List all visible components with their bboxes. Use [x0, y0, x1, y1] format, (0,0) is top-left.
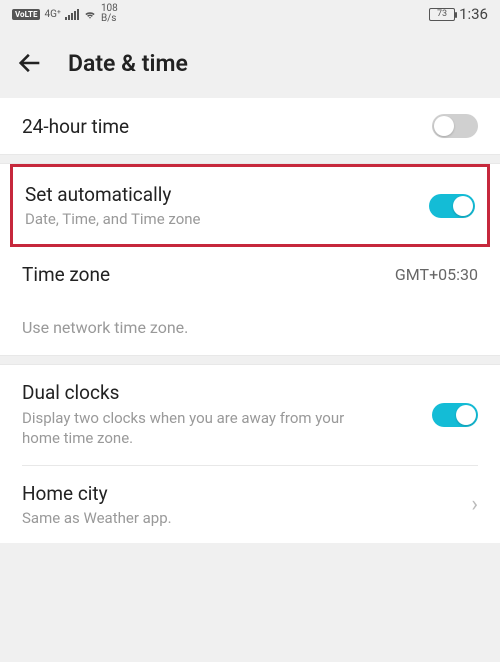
row-home-city[interactable]: Home city Same as Weather app. ›: [0, 466, 500, 543]
row-time-zone[interactable]: Time zone GMT+05:30: [0, 247, 500, 302]
signal-icon: [65, 8, 79, 20]
chevron-right-icon: ›: [471, 492, 478, 517]
status-bar: VoLTE 4G⁺ 108 B/s 73 1:36: [0, 0, 500, 28]
toggle-dual-clocks[interactable]: [432, 403, 478, 427]
status-time: 1:36: [459, 5, 488, 23]
time-zone-value: GMT+05:30: [395, 265, 478, 284]
page-title: Date & time: [68, 50, 188, 77]
header: Date & time: [0, 28, 500, 98]
battery-icon: 73: [429, 8, 455, 21]
row-label: Set automatically: [25, 183, 429, 206]
row-sublabel: Display two clocks when you are away fro…: [22, 408, 382, 449]
back-icon[interactable]: [16, 49, 44, 77]
row-label: 24-hour time: [22, 115, 432, 138]
network-type: 4G⁺: [44, 9, 60, 20]
row-label: Time zone: [22, 263, 395, 286]
row-label: Dual clocks: [22, 381, 432, 404]
row-24-hour[interactable]: 24-hour time: [0, 98, 500, 154]
row-label: Home city: [22, 482, 463, 505]
data-speed: 108 B/s: [101, 4, 118, 24]
toggle-24-hour[interactable]: [432, 114, 478, 138]
row-sublabel: Same as Weather app.: [22, 509, 463, 527]
time-zone-note: Use network time zone.: [0, 302, 500, 355]
row-set-automatically[interactable]: Set automatically Date, Time, and Time z…: [13, 167, 487, 244]
highlight-set-automatically: Set automatically Date, Time, and Time z…: [10, 164, 490, 247]
wifi-icon: [83, 7, 97, 21]
row-dual-clocks[interactable]: Dual clocks Display two clocks when you …: [0, 365, 500, 465]
toggle-set-automatically[interactable]: [429, 194, 475, 218]
row-sublabel: Date, Time, and Time zone: [25, 210, 429, 228]
volte-badge: VoLTE: [12, 9, 40, 20]
